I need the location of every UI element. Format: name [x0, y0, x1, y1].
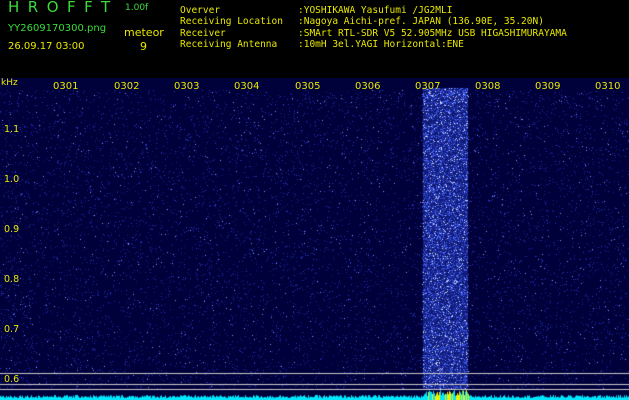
- info-value: :YOSHIKAWA Yasufumi /JG2MLI: [298, 5, 453, 16]
- y-tick-label: 0.6: [4, 374, 20, 385]
- x-tick-label: 0306: [355, 81, 381, 92]
- spectrogram-canvas: [0, 78, 629, 400]
- info-value: :Nagoya Aichi-pref. JAPAN (136.90E, 35.2…: [298, 16, 544, 28]
- info-row-antenna: Receiving Antenna :10mH 3el.YAGI Horizont…: [180, 39, 567, 50]
- info-key: Receiver: [180, 27, 226, 39]
- x-tick-label: 0307: [415, 81, 441, 92]
- info-row-observer: Overver :YOSHIKAWA Yasufumi /JG2MLI: [180, 5, 567, 16]
- station-info: Overver :YOSHIKAWA Yasufumi /JG2MLI Recei…: [180, 5, 567, 51]
- x-tick-label: 0301: [53, 81, 79, 92]
- x-tick-label: 0305: [295, 81, 321, 92]
- meteor-count: 9: [140, 40, 147, 53]
- x-tick-label: 0309: [535, 81, 561, 92]
- info-key: Receiving Antenna: [180, 39, 278, 51]
- y-tick-label: 1.0: [4, 174, 20, 185]
- y-tick-label: 0.8: [4, 274, 20, 285]
- x-tick-label: 0303: [174, 81, 200, 92]
- meteor-label: meteor: [124, 26, 164, 39]
- spectrogram-panel: kHz 0301 0302 0303 0304 0305 0306 0307 0…: [0, 78, 629, 400]
- info-row-location: Receiving Location :Nagoya Aichi-pref. JA…: [180, 16, 567, 27]
- info-key: Overver: [180, 5, 221, 16]
- x-tick-label: 0302: [114, 81, 140, 92]
- y-tick-label: 0.7: [4, 324, 20, 335]
- info-row-receiver: Receiver :SMArt RTL-SDR V5 52.905MHz USB …: [180, 28, 567, 39]
- x-tick-label: 0304: [234, 81, 260, 92]
- info-key: Receiving Location: [180, 16, 283, 28]
- app-title: HROFFT: [8, 0, 119, 16]
- header-bar: HROFFT 1.00f YY2609170300.png 26.09.17 0…: [0, 0, 629, 78]
- capture-datetime: 26.09.17 03:00: [8, 41, 85, 52]
- info-value: :10mH 3el.YAGI Horizontal:ENE: [298, 39, 464, 51]
- x-tick-label: 0308: [475, 81, 501, 92]
- y-tick-label: 1.1: [4, 124, 20, 135]
- info-value: :SMArt RTL-SDR V5 52.905MHz USB HIGASHIM…: [298, 27, 567, 39]
- app-version: 1.00f: [125, 3, 149, 13]
- x-tick-label: 0310: [595, 81, 621, 92]
- y-tick-label: 0.9: [4, 224, 20, 235]
- file-name: YY2609170300.png: [8, 23, 107, 34]
- y-axis-unit: kHz: [1, 78, 18, 88]
